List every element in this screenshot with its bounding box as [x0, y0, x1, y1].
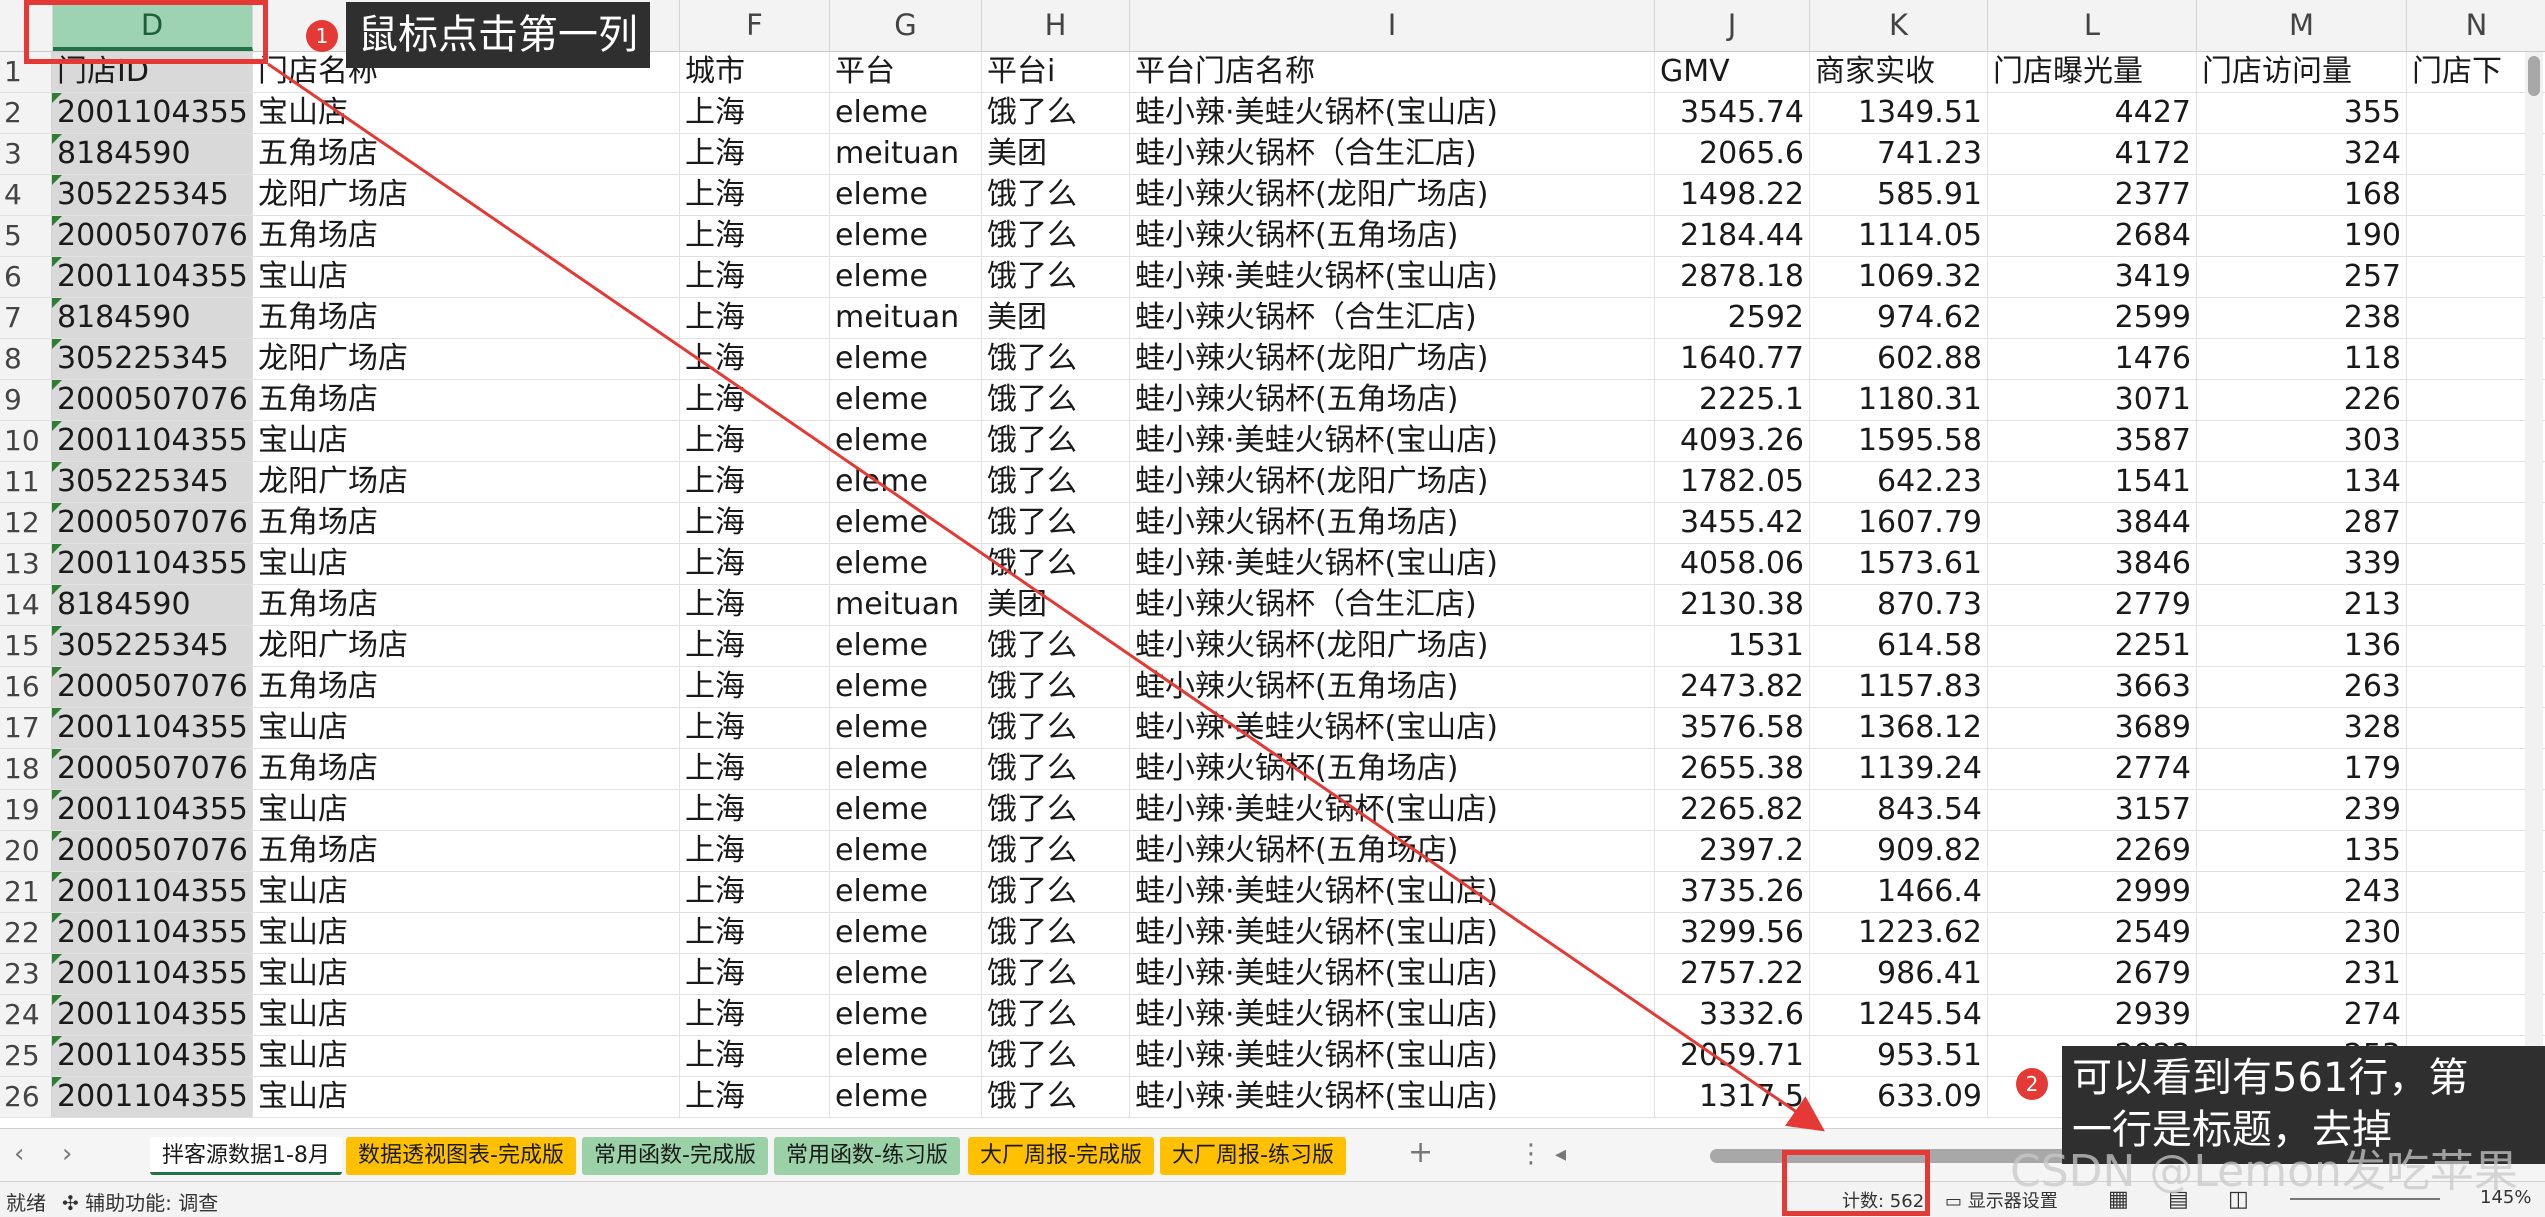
arrow-line: [267, 62, 1825, 1132]
annotation-arrow: [267, 62, 1825, 1132]
